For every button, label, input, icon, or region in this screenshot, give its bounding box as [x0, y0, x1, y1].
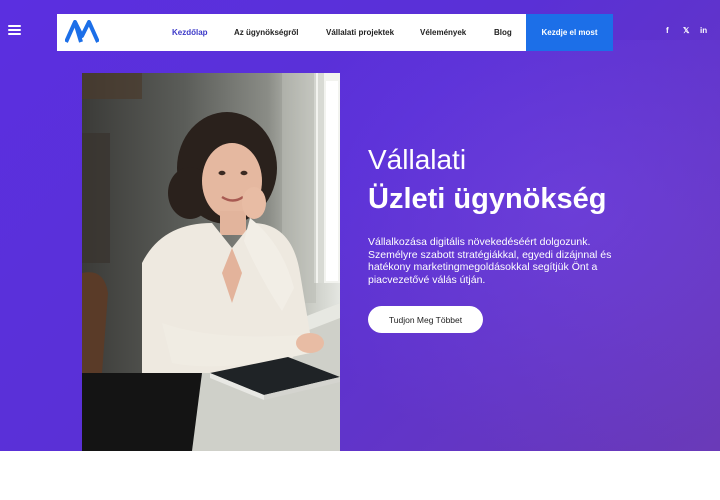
x-twitter-icon[interactable]: 𝕏 — [683, 26, 689, 35]
photo-illustration — [82, 73, 340, 451]
facebook-icon[interactable]: f — [666, 26, 669, 35]
hero-description: Vállalkozása digitális növekedéséért dol… — [368, 236, 612, 286]
hero-section: Kezdőlap Az ügynökségről Vállalati proje… — [0, 0, 720, 451]
nav-item-reviews[interactable]: Vélemények — [420, 28, 466, 37]
nav-item-projects[interactable]: Vállalati projektek — [326, 28, 394, 37]
nav-item-blog[interactable]: Blog — [494, 28, 512, 37]
hero-text-block: Vállalati Üzleti ügynökség Vállalkozása … — [368, 143, 618, 286]
woman-by-window-photo — [82, 73, 340, 451]
agency-logo-icon[interactable] — [65, 20, 99, 44]
hero-subtitle: Vállalati — [368, 144, 467, 175]
hamburger-menu-icon[interactable] — [8, 25, 21, 35]
start-now-button[interactable]: Kezdje el most — [526, 14, 613, 51]
linkedin-icon[interactable]: in — [700, 26, 707, 35]
nav-item-about[interactable]: Az ügynökségről — [234, 28, 298, 37]
hero-title: Üzleti ügynökség — [368, 183, 607, 215]
learn-more-button[interactable]: Tudjon Meg Többet — [368, 306, 483, 333]
top-navbar: Kezdőlap Az ügynökségről Vállalati proje… — [57, 14, 613, 51]
nav-item-home[interactable]: Kezdőlap — [172, 28, 208, 37]
